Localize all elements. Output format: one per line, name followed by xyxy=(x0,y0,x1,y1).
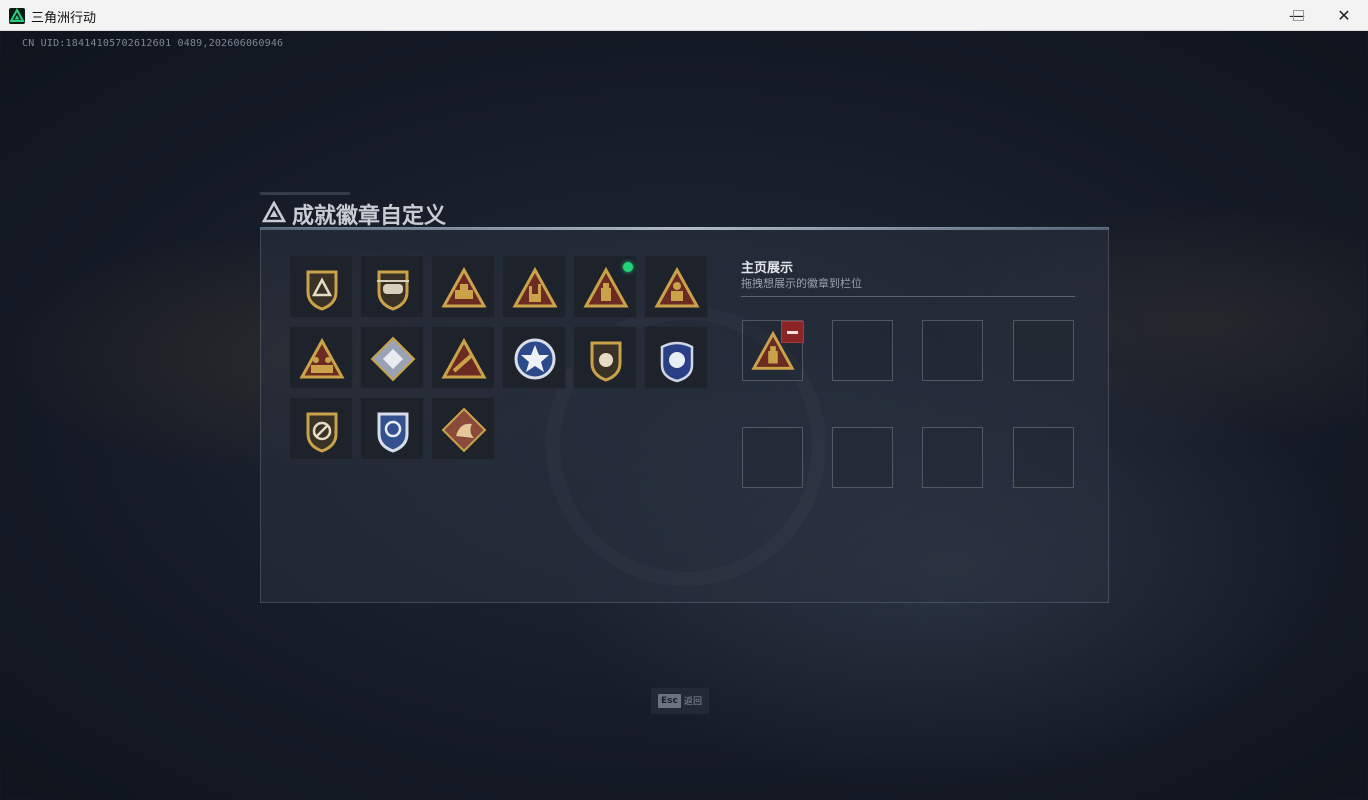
minus-icon xyxy=(787,331,798,334)
window-title: 三角洲行动 xyxy=(31,11,97,26)
badge-item[interactable] xyxy=(431,255,495,318)
helicopter-badge-icon xyxy=(377,270,409,311)
showcase-slot[interactable] xyxy=(1013,427,1074,488)
tank-triangle-badge-icon xyxy=(441,266,487,308)
badge-item[interactable] xyxy=(289,255,353,318)
blue-wreath-shield-badge-icon xyxy=(377,412,409,453)
showcase-title: 主页展示 xyxy=(741,261,794,276)
esc-key-hint: Esc xyxy=(658,694,681,708)
remove-badge-button[interactable] xyxy=(781,321,804,343)
window-titlebar: 三角洲行动 — ✕ xyxy=(0,0,1368,31)
showcase-slot[interactable] xyxy=(922,320,983,381)
no-knife-shield-badge-icon xyxy=(306,412,338,453)
badge-item[interactable] xyxy=(360,397,424,460)
showcase-divider xyxy=(741,296,1075,297)
badge-item[interactable] xyxy=(502,326,566,389)
triangle-logo-icon xyxy=(262,201,286,223)
badge-item[interactable] xyxy=(360,255,424,318)
back-button[interactable]: Esc 返回 xyxy=(651,688,709,714)
badge-item[interactable] xyxy=(644,326,708,389)
badge-item[interactable] xyxy=(360,326,424,389)
showcase-slot[interactable] xyxy=(832,427,893,488)
panel-top-highlight xyxy=(260,227,1109,230)
hand-horns-triangle-badge-icon xyxy=(512,266,558,308)
bottle-triangle-badge-icon xyxy=(583,266,629,308)
showcase-subtitle: 拖拽想展示的徽章到栏位 xyxy=(741,277,862,290)
showcase-slot[interactable] xyxy=(922,427,983,488)
new-indicator-dot xyxy=(623,262,633,272)
back-label: 返回 xyxy=(684,697,703,707)
badge-item[interactable] xyxy=(573,326,637,389)
panel-title: 成就徽章自定义 xyxy=(292,204,447,229)
police-badge-icon xyxy=(660,341,694,383)
maximize-button[interactable] xyxy=(1275,0,1321,31)
badge-item[interactable] xyxy=(431,326,495,389)
dragon-diamond-badge-icon xyxy=(441,407,487,453)
badge-item[interactable] xyxy=(431,397,495,460)
app-logo-icon xyxy=(9,7,25,24)
badge-item[interactable] xyxy=(502,255,566,318)
badge-item[interactable] xyxy=(573,255,637,318)
mechanism-shield-badge-icon xyxy=(590,341,622,382)
panel-title-decoration xyxy=(260,192,350,195)
showcase-slot[interactable] xyxy=(742,427,803,488)
figure-group-triangle-badge-icon xyxy=(299,337,345,379)
showcase-slot[interactable] xyxy=(1013,320,1074,381)
close-button[interactable]: ✕ xyxy=(1321,0,1367,31)
diamond-emblem-badge-icon xyxy=(370,336,416,382)
rocket-triangle-badge-icon xyxy=(441,337,487,379)
badge-item[interactable] xyxy=(644,255,708,318)
shield-triangle-badge-icon xyxy=(306,270,338,311)
badge-item[interactable] xyxy=(289,326,353,389)
star-shield-badge-icon xyxy=(514,338,556,380)
badge-item[interactable] xyxy=(289,397,353,460)
game-viewport: CN UID:18414105702612601 0489,2026060609… xyxy=(1,31,1367,799)
showcase-slot[interactable] xyxy=(832,320,893,381)
figure-triangle-badge-icon xyxy=(654,266,700,308)
uid-text: CN UID:18414105702612601 0489,2026060609… xyxy=(22,38,284,49)
